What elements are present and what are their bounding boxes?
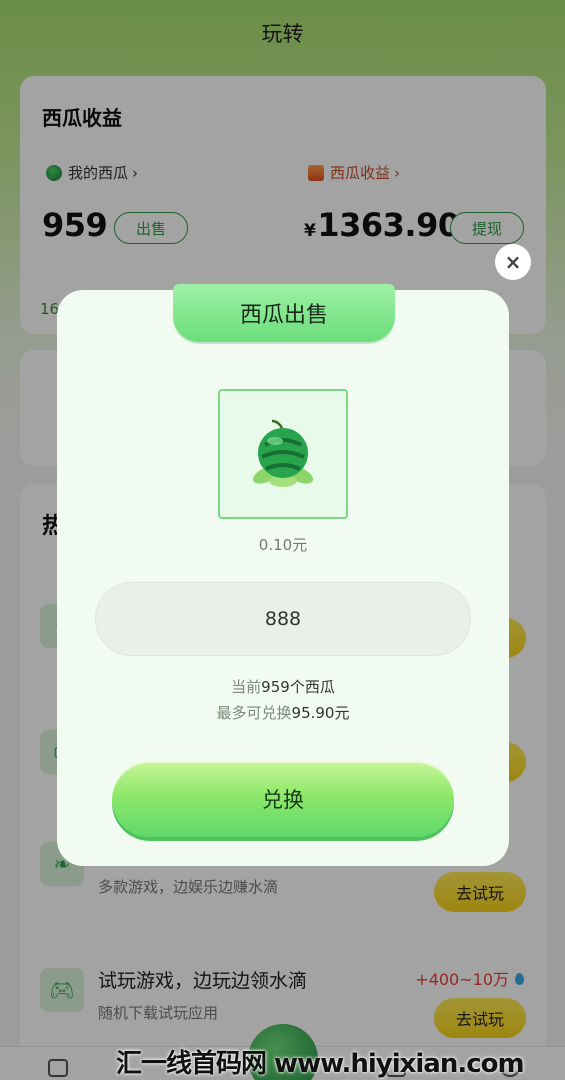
sell-dialog: 西瓜出售 0.10元 当前959个西瓜 最多可兑换95.90元 兑换: [57, 284, 509, 866]
current-suffix: 个西瓜: [289, 678, 335, 696]
current-count: 959: [261, 678, 290, 696]
close-button[interactable]: ×: [495, 244, 531, 280]
current-prefix: 当前: [231, 678, 262, 696]
quantity-input[interactable]: [95, 582, 471, 656]
exchange-button[interactable]: 兑换: [112, 761, 454, 837]
watermelon-icon: [252, 419, 314, 487]
max-prefix: 最多可兑换: [216, 704, 292, 722]
unit-price: 0.10元: [258, 536, 308, 554]
current-melon-info: 当前959个西瓜: [57, 676, 509, 697]
exchange-label: 兑换: [262, 788, 304, 812]
dialog-header: 西瓜出售: [173, 284, 395, 342]
max-exchange-info: 最多可兑换95.90元: [57, 702, 509, 723]
max-amount: 95.90元: [291, 704, 350, 722]
melon-image-box: [218, 389, 348, 519]
close-icon: ×: [504, 250, 522, 274]
dialog-title: 西瓜出售: [239, 303, 328, 328]
watermark-text: 汇一线首码网 www.hiyixian.com: [116, 1048, 525, 1079]
